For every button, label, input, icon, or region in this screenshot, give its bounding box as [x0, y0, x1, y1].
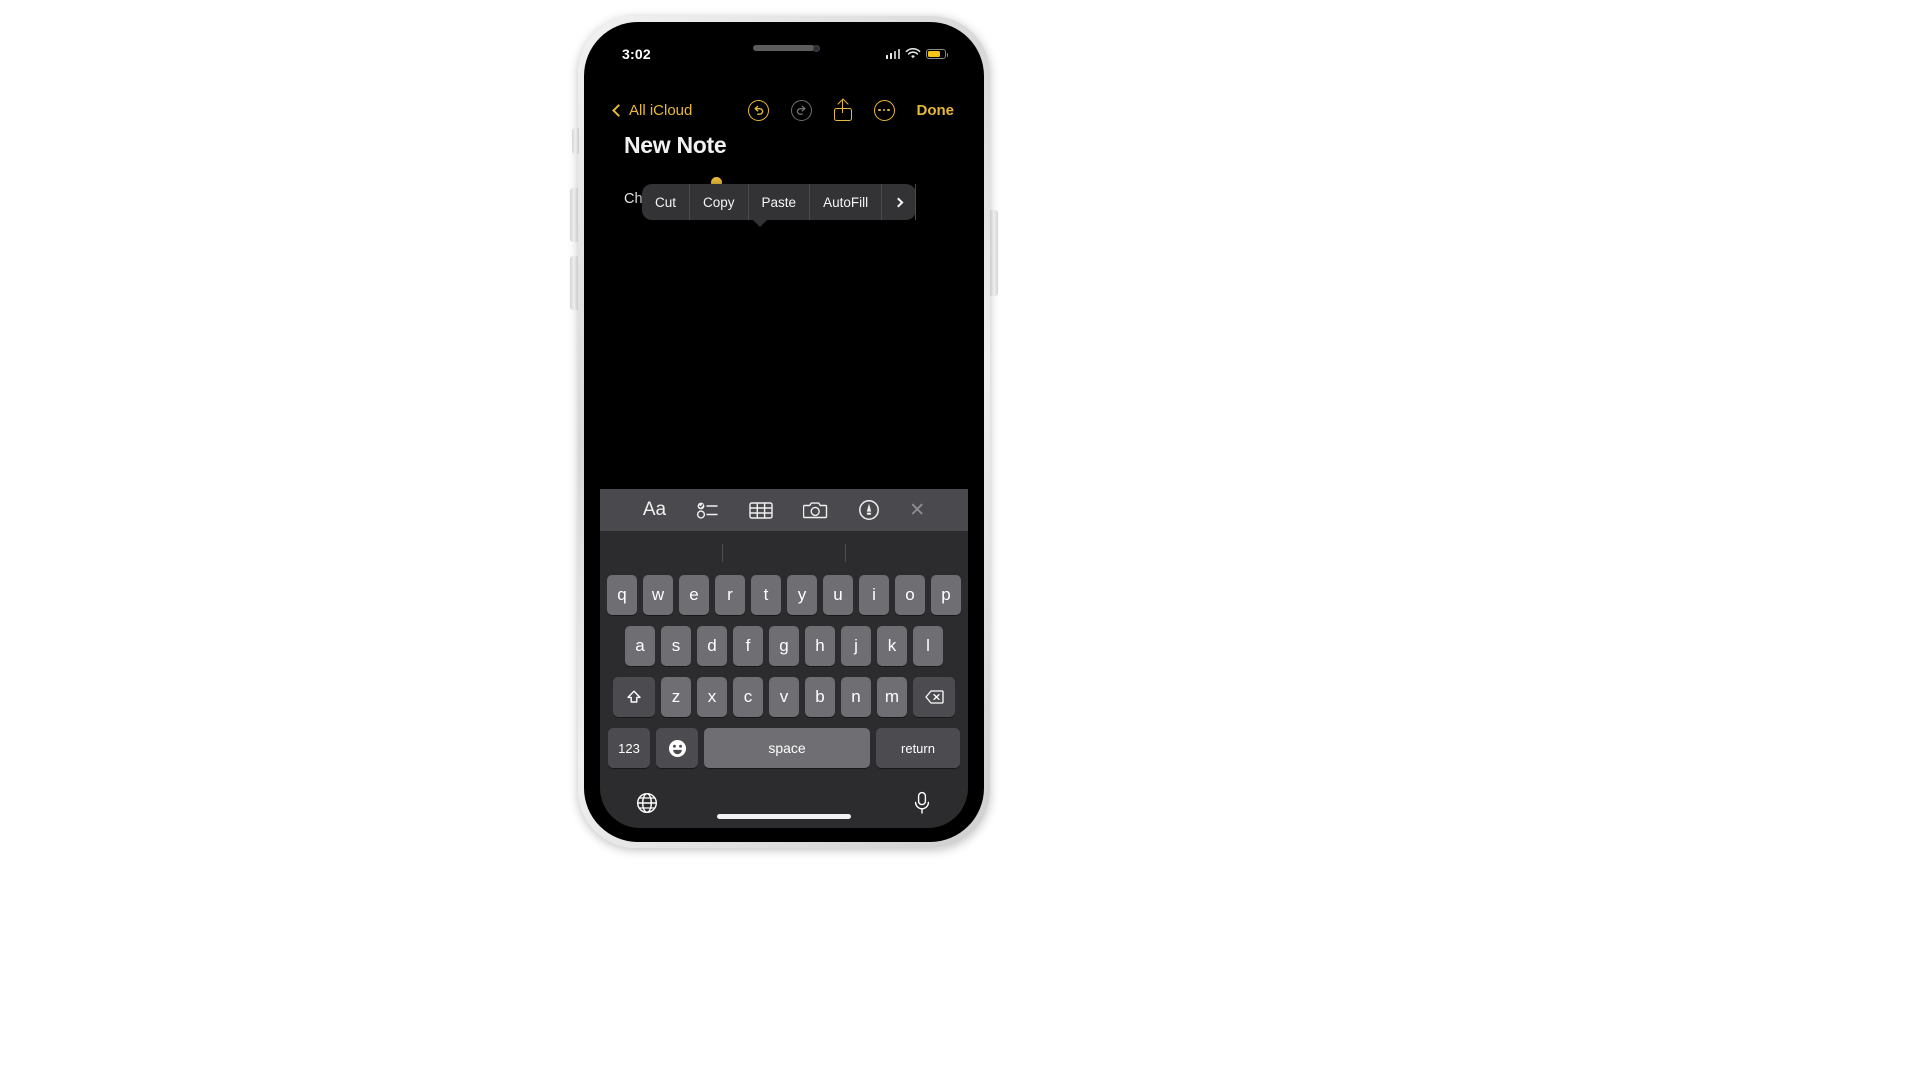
- undo-icon[interactable]: [747, 99, 769, 121]
- status-icons: [885, 48, 948, 60]
- return-key[interactable]: return: [876, 728, 960, 768]
- battery-low-power-icon: [926, 49, 948, 59]
- keyboard-footer: [600, 779, 968, 828]
- key-d[interactable]: d: [697, 626, 727, 666]
- key-n[interactable]: n: [841, 677, 871, 717]
- cellular-signal-icon: [885, 49, 900, 59]
- table-icon[interactable]: [749, 501, 774, 520]
- key-w[interactable]: w: [643, 575, 673, 615]
- mute-switch[interactable]: [572, 128, 579, 154]
- edit-context-menu[interactable]: Cut Copy Paste AutoFill: [642, 184, 917, 227]
- key-u[interactable]: u: [823, 575, 853, 615]
- keyboard-row-1: q w e r t y u i o p: [600, 575, 968, 615]
- notes-format-toolbar: Aa ✕: [600, 489, 968, 531]
- key-g[interactable]: g: [769, 626, 799, 666]
- menu-pointer-tail: [752, 219, 768, 227]
- chevron-right-icon: [893, 197, 904, 207]
- navigation-bar: All iCloud Done: [600, 90, 968, 130]
- share-icon[interactable]: [833, 99, 852, 121]
- screenshot-canvas: 3:02 All iCloud Done New Note Cut Copy P…: [0, 0, 1920, 1080]
- key-x[interactable]: x: [697, 677, 727, 717]
- key-p[interactable]: p: [931, 575, 961, 615]
- menu-item-copy[interactable]: Copy: [690, 184, 749, 220]
- phone-screen: 3:02 All iCloud Done New Note Cut Copy P…: [600, 36, 968, 828]
- menu-item-paste[interactable]: Paste: [749, 184, 811, 220]
- shift-icon[interactable]: [613, 677, 655, 717]
- device-notch: [698, 36, 870, 62]
- key-k[interactable]: k: [877, 626, 907, 666]
- menu-item-autofill[interactable]: AutoFill: [810, 184, 883, 220]
- checklist-icon[interactable]: [696, 500, 720, 520]
- key-c[interactable]: c: [733, 677, 763, 717]
- back-to-all-icloud-button[interactable]: All iCloud: [612, 101, 693, 119]
- space-key[interactable]: space: [704, 728, 870, 768]
- key-m[interactable]: m: [877, 677, 907, 717]
- key-y[interactable]: y: [787, 575, 817, 615]
- wifi-icon: [905, 48, 921, 59]
- volume-up-button[interactable]: [570, 188, 578, 242]
- chevron-left-icon: [612, 103, 625, 117]
- camera-icon[interactable]: [802, 500, 828, 520]
- volume-down-button[interactable]: [570, 256, 578, 310]
- emoji-icon[interactable]: [656, 728, 698, 768]
- key-i[interactable]: i: [859, 575, 889, 615]
- numbers-key[interactable]: 123: [608, 728, 650, 768]
- key-f[interactable]: f: [733, 626, 763, 666]
- redo-arrow-glyph: [796, 105, 806, 115]
- ellipsis-dots: [878, 108, 890, 112]
- key-l[interactable]: l: [913, 626, 943, 666]
- keyboard-row-2: a s d f g h j k l: [600, 626, 968, 666]
- nav-actions: [747, 99, 895, 121]
- menu-item-cut[interactable]: Cut: [642, 184, 691, 220]
- globe-icon[interactable]: [636, 792, 658, 819]
- redo-icon[interactable]: [790, 99, 812, 121]
- status-time: 3:02: [622, 46, 651, 62]
- key-a[interactable]: a: [625, 626, 655, 666]
- share-arrow: [841, 99, 844, 113]
- key-q[interactable]: q: [607, 575, 637, 615]
- text-format-icon[interactable]: Aa: [643, 499, 666, 521]
- key-v[interactable]: v: [769, 677, 799, 717]
- key-r[interactable]: r: [715, 575, 745, 615]
- more-circle-icon[interactable]: [873, 99, 895, 121]
- prediction-divider-2: [845, 544, 846, 562]
- done-button[interactable]: Done: [917, 102, 955, 119]
- menu-item-more[interactable]: [882, 184, 917, 220]
- earpiece-speaker: [753, 45, 815, 51]
- key-h[interactable]: h: [805, 626, 835, 666]
- key-j[interactable]: j: [841, 626, 871, 666]
- on-screen-keyboard: q w e r t y u i o p a s d f g h j k l z …: [600, 531, 968, 828]
- key-o[interactable]: o: [895, 575, 925, 615]
- front-camera: [813, 45, 820, 52]
- predictive-text-bar: [600, 531, 968, 575]
- markup-pen-icon[interactable]: [858, 499, 880, 521]
- note-editor[interactable]: New Note Checking strikethrough feature …: [600, 132, 968, 532]
- note-title[interactable]: New Note: [624, 132, 944, 159]
- power-button[interactable]: [990, 210, 998, 296]
- microphone-icon[interactable]: [912, 791, 932, 820]
- keyboard-row-3: z x c v b n m: [600, 677, 968, 717]
- key-t[interactable]: t: [751, 575, 781, 615]
- close-icon[interactable]: ✕: [909, 499, 925, 522]
- key-b[interactable]: b: [805, 677, 835, 717]
- key-s[interactable]: s: [661, 626, 691, 666]
- key-z[interactable]: z: [661, 677, 691, 717]
- keyboard-row-4: 123 space return: [600, 728, 968, 768]
- backspace-icon[interactable]: [913, 677, 955, 717]
- undo-arrow-glyph: [753, 105, 763, 115]
- back-button-label: All iCloud: [629, 101, 693, 119]
- home-indicator[interactable]: [717, 814, 851, 819]
- prediction-divider-1: [722, 544, 723, 562]
- key-e[interactable]: e: [679, 575, 709, 615]
